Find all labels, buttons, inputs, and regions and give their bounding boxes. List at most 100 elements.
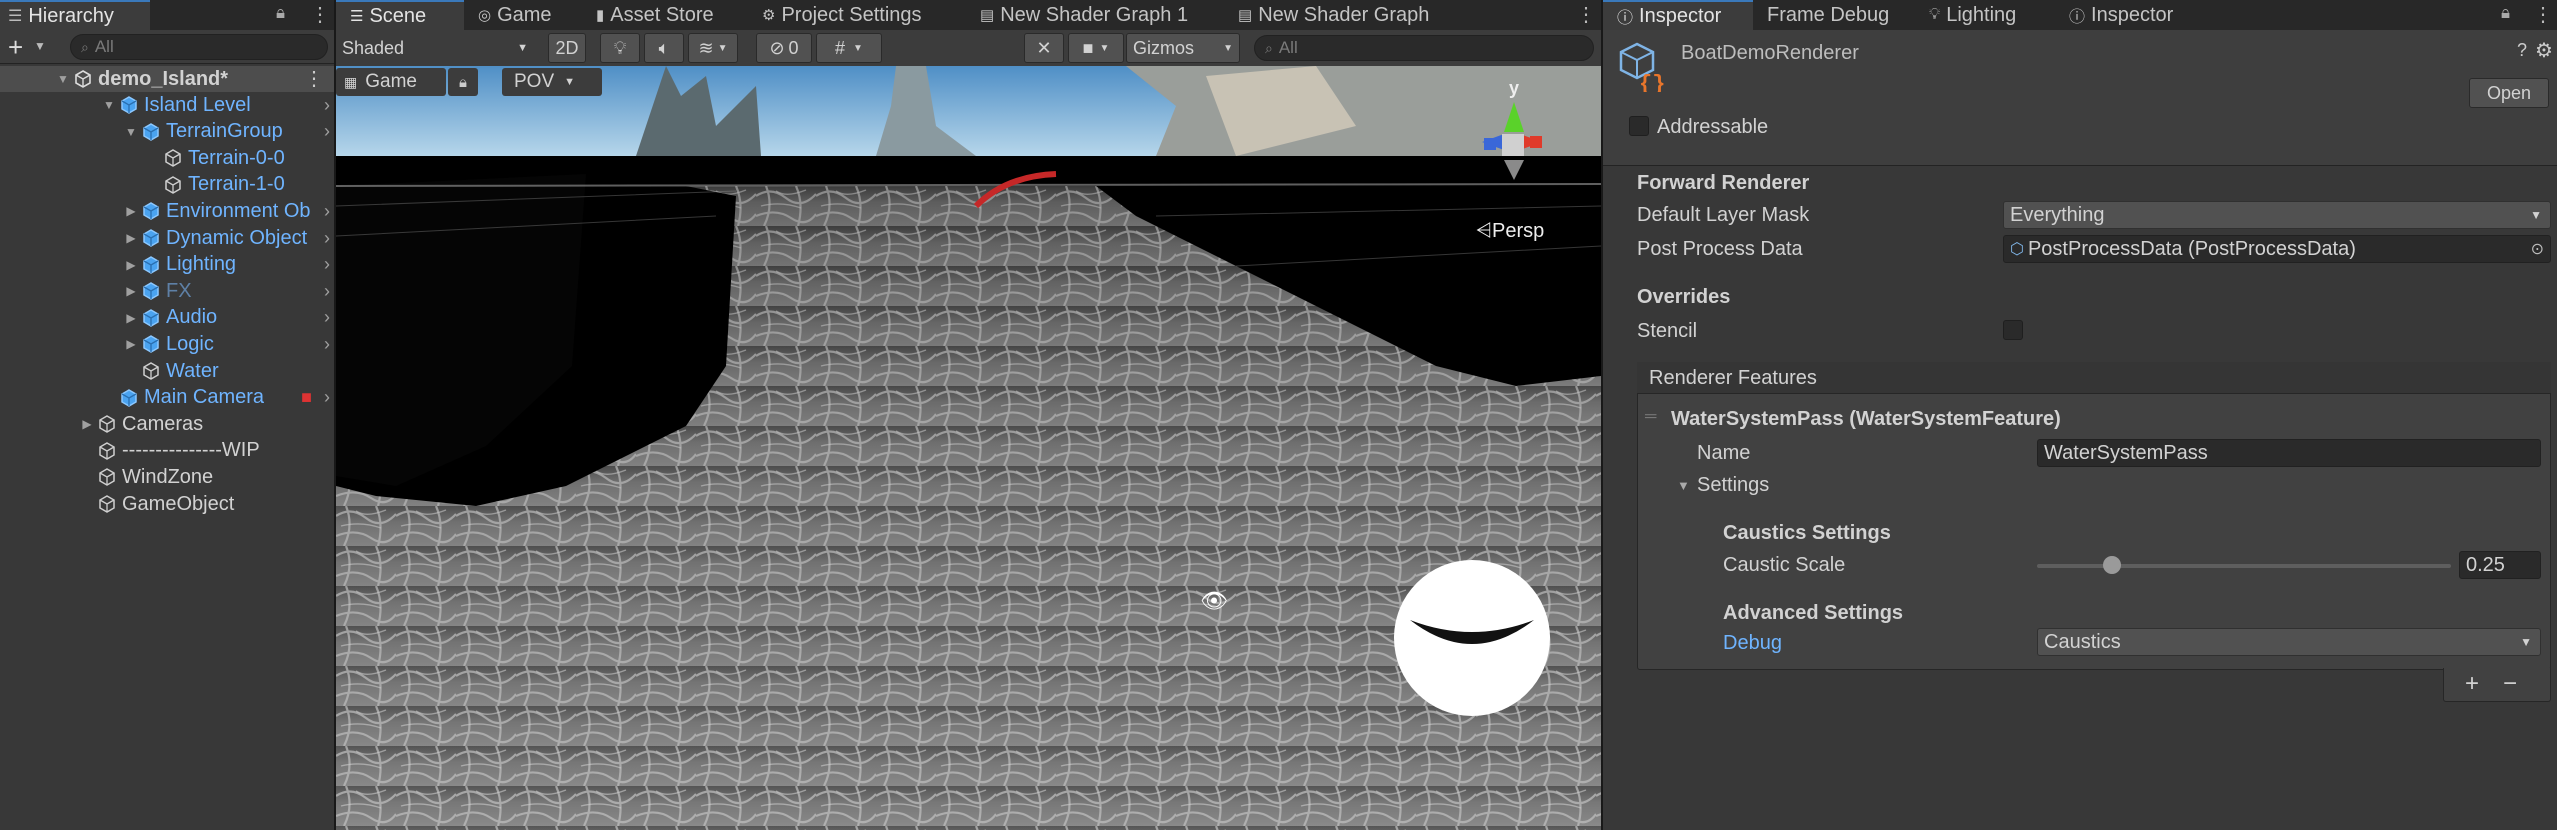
hierarchy-item[interactable]: GameObject	[0, 491, 334, 517]
caustic-scale-slider-thumb[interactable]	[2102, 556, 2121, 574]
chevron-right-icon[interactable]: ›	[324, 228, 330, 249]
chevron-right-icon[interactable]: ›	[324, 334, 330, 355]
hierarchy-item[interactable]: ▶ FX ›	[0, 278, 334, 304]
post-process-data-field[interactable]: ⬡ PostProcessData (PostProcessData) ⊙	[2003, 235, 2551, 263]
orientation-gizmo[interactable]: y	[1456, 80, 1566, 190]
open-button[interactable]: Open	[2469, 78, 2549, 108]
expand-arrow-icon[interactable]: ▶	[124, 231, 138, 245]
more-menu-icon[interactable]: ⋮	[2533, 2, 2553, 27]
scene-search-input[interactable]: ⌕ All	[1254, 35, 1594, 61]
tab-right-3[interactable]: ⓘ Inspector	[2055, 0, 2195, 30]
more-menu-icon[interactable]: ⋮	[304, 66, 324, 91]
expand-arrow-icon[interactable]: ▼	[56, 72, 70, 86]
scene-viewport[interactable]: ▦ Game 🔒︎ POV ▼ y ⩤Persp 👁︎	[336, 66, 1601, 830]
tab-hierarchy[interactable]: ☰ Hierarchy	[0, 0, 150, 30]
default-layer-mask-dropdown[interactable]: Everything ▼	[2003, 201, 2551, 229]
visibility-toggle[interactable]: ⊘ 0	[756, 33, 812, 63]
game-overlay-button[interactable]: ▦ Game	[336, 68, 446, 96]
gizmos-dropdown[interactable]: Gizmos ▼	[1126, 33, 1240, 63]
chevron-down-icon[interactable]: ▼	[34, 39, 46, 53]
expand-arrow-icon[interactable]: ▶	[124, 284, 138, 298]
hierarchy-item[interactable]: Main Camera ■ ›	[0, 385, 334, 411]
effects-toggle[interactable]: ≋ ▼	[688, 33, 738, 63]
hierarchy-item[interactable]: Terrain-1-0	[0, 172, 334, 198]
object-picker-icon[interactable]: ⊙	[2531, 239, 2544, 259]
expand-arrow-icon[interactable]: ▶	[124, 337, 138, 351]
shading-mode-dropdown[interactable]: Shaded ▼	[336, 33, 536, 63]
hierarchy-item[interactable]: ▼ TerrainGroup ›	[0, 119, 334, 145]
chevron-right-icon[interactable]: ›	[324, 307, 330, 328]
tools-icon: ✕	[1036, 37, 1052, 58]
tab-center-0[interactable]: ☰ Scene	[336, 0, 464, 30]
tab-right-1[interactable]: Frame Debug	[1753, 0, 1915, 30]
hierarchy-item[interactable]: ▶ Lighting ›	[0, 252, 334, 278]
more-menu-icon[interactable]: ⋮	[310, 2, 330, 27]
hierarchy-item[interactable]: ▶ Environment Ob ›	[0, 198, 334, 224]
expand-arrow-icon[interactable]: ▶	[124, 311, 138, 325]
hierarchy-item[interactable]: ▶ Logic ›	[0, 331, 334, 357]
hierarchy-item[interactable]: Water	[0, 358, 334, 384]
hierarchy-item[interactable]: ▶ Audio ›	[0, 305, 334, 331]
add-object-button[interactable]: +	[8, 32, 23, 63]
camera-settings-button[interactable]: ■ ▼	[1068, 33, 1124, 63]
expand-arrow-icon[interactable]: ▶	[80, 417, 94, 431]
tab-center-3[interactable]: ⚙︎ Project Settings	[748, 0, 966, 30]
hierarchy-item[interactable]: Terrain-0-0	[0, 145, 334, 171]
settings-foldout-label[interactable]: Settings	[1697, 474, 1769, 497]
caustic-scale-input[interactable]: 0.25	[2459, 551, 2541, 579]
pov-dropdown[interactable]: POV ▼	[502, 68, 602, 96]
hierarchy-item[interactable]: ▶ Cameras	[0, 411, 334, 437]
hierarchy-item[interactable]: ▶ Dynamic Object ›	[0, 225, 334, 251]
tab-right-0[interactable]: ⓘ Inspector	[1603, 0, 1753, 30]
tab-center-2[interactable]: ▮ Asset Store	[582, 0, 748, 30]
debug-dropdown[interactable]: Caustics ▼	[2037, 628, 2541, 656]
name-input[interactable]: WaterSystemPass	[2037, 439, 2541, 467]
hierarchy-item-label: GameObject	[122, 492, 235, 515]
overlay-lock-button[interactable]: 🔒︎	[448, 68, 478, 96]
hierarchy-item[interactable]: ▼ Island Level ›	[0, 92, 334, 118]
center-tabbar: ☰ Scene ◎ Game ▮ Asset Store ⚙︎ Project Setting…	[336, 0, 1601, 30]
chevron-right-icon[interactable]: ›	[324, 95, 330, 116]
pass-title[interactable]: WaterSystemPass (WaterSystemFeature)	[1671, 408, 2061, 431]
addressable-checkbox[interactable]	[1629, 116, 1649, 136]
hierarchy-item[interactable]: ---------------WIP	[0, 438, 334, 464]
expand-arrow-icon[interactable]: ▶	[124, 258, 138, 272]
chevron-right-icon[interactable]: ›	[324, 254, 330, 275]
hierarchy-item[interactable]: WindZone	[0, 464, 334, 490]
tab-center-4[interactable]: ▤ New Shader Graph 1	[966, 0, 1224, 30]
tab-right-2[interactable]: 💡︎ Lighting	[1915, 0, 2055, 30]
chevron-right-icon[interactable]: ›	[324, 201, 330, 222]
lighting-toggle[interactable]: 💡︎	[600, 33, 640, 63]
hierarchy-item-label: Main Camera	[144, 386, 265, 409]
scene-root-row[interactable]: ▼ demo_Island* ⋮	[0, 66, 334, 92]
help-icon[interactable]: ?	[2517, 40, 2527, 61]
chevron-right-icon[interactable]: ›	[324, 387, 330, 408]
add-feature-button[interactable]: +	[2465, 670, 2479, 698]
forward-renderer-heading: Forward Renderer	[1637, 172, 1810, 194]
caustic-scale-slider-track[interactable]	[2037, 564, 2451, 568]
expand-arrow-icon[interactable]: ▶	[124, 204, 138, 218]
tab-center-1[interactable]: ◎ Game	[464, 0, 582, 30]
tools-button[interactable]: ✕	[1024, 33, 1064, 63]
mode-2d-button[interactable]: 2D	[548, 33, 586, 63]
persp-label[interactable]: ⩤Persp	[1476, 220, 1544, 243]
lock-icon[interactable]: 🔒︎	[276, 3, 285, 23]
gamepad-icon: ◎	[478, 7, 492, 24]
gameobject-cube-icon	[143, 202, 159, 221]
audio-toggle[interactable]: 🔈︎	[644, 33, 684, 63]
tab-center-5[interactable]: ▤ New Shader Graph	[1224, 0, 1429, 30]
more-menu-icon[interactable]: ⋮	[1576, 2, 1596, 27]
settings-icon[interactable]: ⚙︎	[2535, 38, 2553, 63]
add-remove-bar	[2443, 668, 2551, 702]
chevron-right-icon[interactable]: ›	[324, 121, 330, 142]
expand-arrow-icon[interactable]: ▼	[124, 125, 138, 139]
grid-toggle[interactable]: # ▼	[816, 33, 882, 63]
hierarchy-search-input[interactable]: ⌕ All	[70, 34, 328, 60]
expand-arrow-icon[interactable]: ▼	[102, 98, 116, 112]
lock-icon[interactable]: 🔒︎	[2501, 3, 2510, 23]
drag-handle-icon[interactable]: ═	[1645, 408, 1656, 426]
remove-feature-button[interactable]: −	[2503, 670, 2517, 698]
expand-arrow-icon[interactable]: ▼	[1677, 478, 1690, 493]
chevron-right-icon[interactable]: ›	[324, 281, 330, 302]
stencil-checkbox[interactable]	[2003, 320, 2023, 340]
